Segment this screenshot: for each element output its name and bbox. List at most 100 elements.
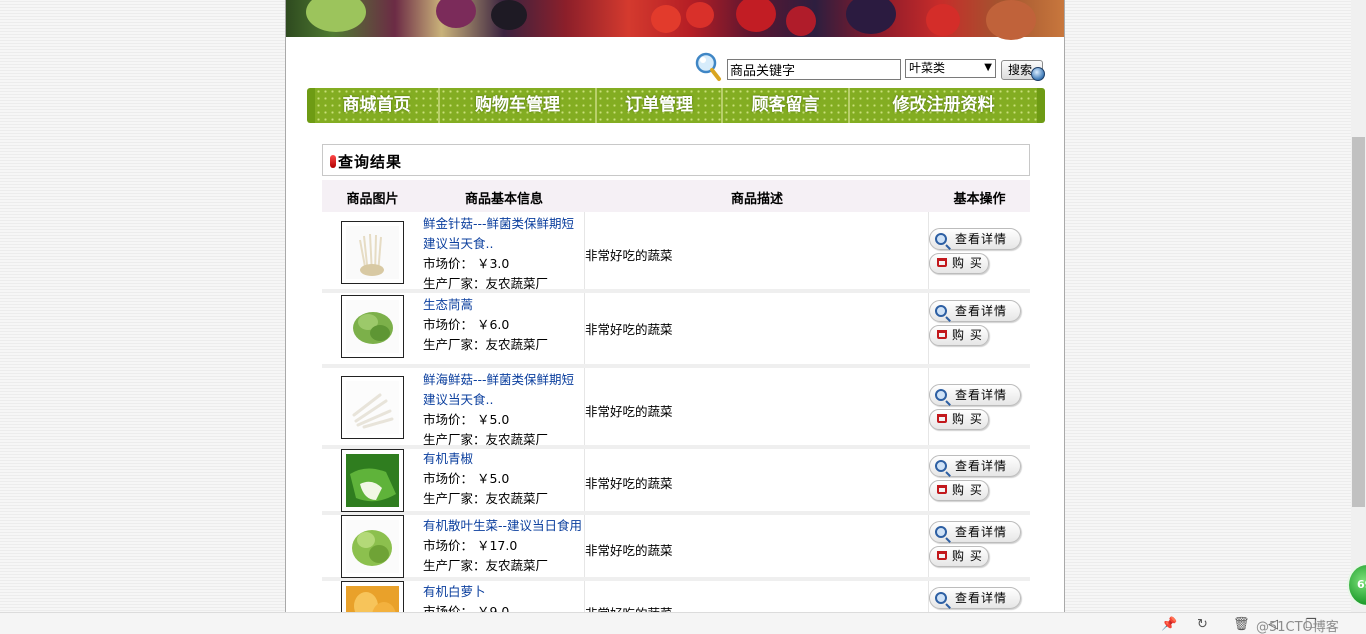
watermark: @51CTO博客 [1256, 620, 1339, 634]
product-price: 市场价： ￥5.0 [423, 471, 510, 486]
nav-item-label: 修改注册资料 [892, 95, 995, 115]
lettuce-image [346, 520, 399, 573]
product-name-link[interactable]: 鲜海鲜菇---鲜菌类保鲜期短 [423, 370, 585, 390]
cart-icon [937, 485, 947, 494]
results-title: 查询结果 [338, 153, 403, 171]
product-info: 有机青椒 市场价： ￥5.0 生产厂家：友农蔬菜厂 [423, 449, 585, 509]
table-row: 生态茼蒿 市场价： ￥6.0 生产厂家：友农蔬菜厂 非常好吃的蔬菜 查看详情 购… [322, 293, 1030, 368]
buy-button[interactable]: 购 买 [929, 480, 989, 501]
product-thumbnail[interactable] [341, 295, 404, 358]
column-divider [928, 212, 929, 289]
product-name-link[interactable]: 生态茼蒿 [423, 295, 585, 315]
view-details-button[interactable]: 查看详情 [929, 228, 1021, 250]
crown-daisy-image [346, 300, 399, 353]
product-description: 非常好吃的蔬菜 [585, 248, 673, 263]
buy-button[interactable]: 购 买 [929, 325, 989, 346]
view-details-button[interactable]: 查看详情 [929, 587, 1021, 609]
search-input[interactable] [727, 59, 901, 80]
category-select[interactable]: 叶菜类 ▼ [905, 59, 996, 78]
green-pepper-image [346, 454, 399, 507]
column-divider [928, 293, 929, 364]
buy-label: 购 买 [952, 549, 983, 563]
magnifier-icon [935, 592, 947, 604]
product-price: 市场价： ￥3.0 [423, 256, 510, 271]
buy-button[interactable]: 购 买 [929, 546, 989, 567]
nav-item-label: 订单管理 [625, 95, 693, 115]
view-details-label: 查看详情 [955, 591, 1008, 605]
nav-item-messages[interactable]: 顾客留言 [723, 88, 850, 123]
nav-right-cap [1037, 88, 1045, 123]
view-details-label: 查看详情 [955, 459, 1008, 473]
buy-label: 购 买 [952, 412, 983, 426]
product-name-link[interactable]: 有机散叶生菜--建议当日食用 [423, 516, 585, 536]
floating-badge[interactable]: 69 [1347, 563, 1366, 607]
table-row: 鲜金针菇---鲜菌类保鲜期短 建议当天食.. 市场价： ￥3.0 生产厂家：友农… [322, 212, 1030, 293]
product-name-link[interactable]: 建议当天食.. [423, 234, 585, 254]
buy-button[interactable]: 购 买 [929, 253, 989, 274]
red-marker-icon [330, 155, 336, 168]
col-header-desc: 商品描述 [730, 192, 783, 207]
product-thumbnail[interactable] [341, 581, 404, 612]
view-details-label: 查看详情 [955, 388, 1008, 402]
buy-button[interactable]: 购 买 [929, 409, 989, 430]
nav-left-cap [307, 88, 315, 123]
nav-item-label: 购物车管理 [475, 95, 560, 115]
product-name-link[interactable]: 有机青椒 [423, 449, 585, 469]
product-price: 市场价： ￥9.0 [423, 604, 510, 612]
product-description: 非常好吃的蔬菜 [585, 322, 673, 337]
bottom-toolbar: 📌 ↻ 🗑 ◁ ❐ @51CTO博客 [0, 612, 1366, 634]
seafood-mushroom-image [346, 381, 399, 434]
product-name-link[interactable]: 鲜金针菇---鲜菌类保鲜期短 [423, 214, 585, 234]
product-name-link[interactable]: 有机白萝卜 [423, 582, 585, 602]
floating-badge-count: 69 [1357, 578, 1366, 591]
nav-item-label: 顾客留言 [751, 95, 820, 115]
table-row: 有机散叶生菜--建议当日食用 市场价： ￥17.0 生产厂家：友农蔬菜厂 非常好… [322, 515, 1030, 581]
nav-item-home[interactable]: 商城首页 [315, 88, 440, 123]
column-divider [928, 449, 929, 511]
buy-label: 购 买 [952, 256, 983, 270]
product-maker: 生产厂家：友农蔬菜厂 [423, 276, 549, 291]
scrollbar-thumb[interactable] [1352, 137, 1365, 507]
table-row: 有机白萝卜 市场价： ￥9.0 非常好吃的蔬菜 查看详情 [322, 581, 1030, 612]
col-header-info: 商品基本信息 [464, 192, 543, 207]
view-details-label: 查看详情 [955, 304, 1008, 318]
column-divider [928, 515, 929, 577]
product-info: 鲜金针菇---鲜菌类保鲜期短 建议当天食.. 市场价： ￥3.0 生产厂家：友农… [423, 214, 585, 294]
view-details-button[interactable]: 查看详情 [929, 300, 1021, 322]
vegetable-banner [286, 0, 1064, 40]
vertical-scrollbar[interactable] [1351, 0, 1366, 612]
globe-icon [1031, 67, 1045, 81]
product-thumbnail[interactable] [341, 515, 404, 578]
magnifier-icon [935, 526, 947, 538]
magnifier-icon [935, 460, 947, 472]
magnifier-icon [935, 305, 947, 317]
product-description: 非常好吃的蔬菜 [585, 543, 673, 558]
view-details-button[interactable]: 查看详情 [929, 521, 1021, 543]
product-maker: 生产厂家：友农蔬菜厂 [423, 558, 549, 573]
view-details-button[interactable]: 查看详情 [929, 455, 1021, 477]
category-select-value: 叶菜类 [909, 61, 946, 75]
trash-icon[interactable]: 🗑 [1233, 617, 1250, 632]
cart-icon [937, 551, 947, 560]
col-header-image: 商品图片 [346, 192, 399, 207]
buy-label: 购 买 [952, 328, 983, 342]
cart-icon [937, 414, 947, 423]
nav-item-cart[interactable]: 购物车管理 [440, 88, 597, 123]
store-page: 叶菜类 ▼ 搜索 商城首页 购物车管理 订单管理 顾客留言 修改注册资料 查询结… [285, 0, 1065, 612]
product-thumbnail[interactable] [341, 376, 404, 439]
enoki-mushroom-image [346, 226, 399, 279]
view-details-button[interactable]: 查看详情 [929, 384, 1021, 406]
nav-item-orders[interactable]: 订单管理 [597, 88, 723, 123]
nav-item-label: 商城首页 [342, 95, 411, 115]
product-price: 市场价： ￥6.0 [423, 317, 510, 332]
pin-icon[interactable]: 📌 [1161, 617, 1177, 632]
product-name-link[interactable]: 建议当天食.. [423, 390, 585, 410]
share-icon[interactable]: ↻ [1197, 617, 1208, 632]
nav-item-profile[interactable]: 修改注册资料 [850, 88, 1037, 123]
table-row: 有机青椒 市场价： ￥5.0 生产厂家：友农蔬菜厂 非常好吃的蔬菜 查看详情 购… [322, 449, 1030, 515]
results-header-box: 查询结果 [322, 144, 1030, 176]
product-thumbnail[interactable] [341, 449, 404, 512]
search-button[interactable]: 搜索 [1001, 60, 1045, 81]
product-thumbnail[interactable] [341, 221, 404, 284]
table-header: 商品图片 商品基本信息 商品描述 基本操作 [322, 180, 1030, 212]
